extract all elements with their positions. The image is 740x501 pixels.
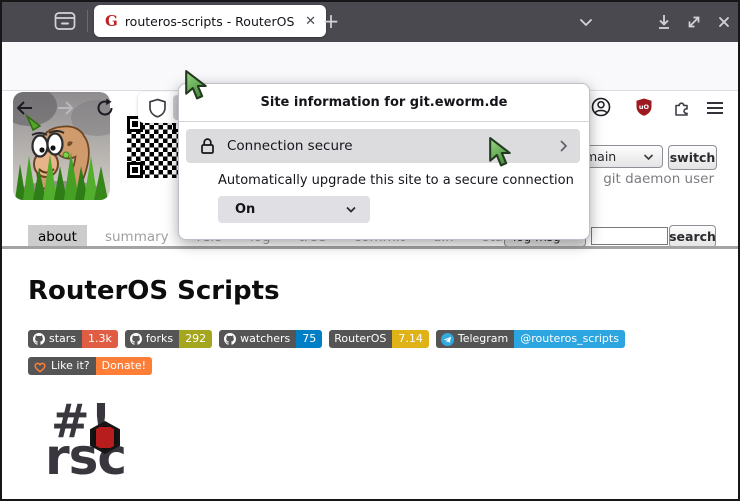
badge-label: Telegram <box>458 330 508 348</box>
connection-secure-label: Connection secure <box>227 129 353 163</box>
badge-value: 7.14 <box>392 330 429 348</box>
menu-hamburger-icon[interactable] <box>706 100 728 122</box>
search-input[interactable] <box>591 227 668 245</box>
svg-text:uO: uO <box>639 103 650 111</box>
https-upgrade-label: Automatically upgrade this site to a sec… <box>218 173 574 188</box>
search-button[interactable]: search <box>669 225 716 248</box>
chevron-down-icon <box>345 205 357 214</box>
tracking-protection-shield-icon[interactable] <box>148 98 167 118</box>
heart-icon <box>33 360 47 373</box>
https-upgrade-value: On <box>235 196 255 223</box>
browser-window: G routeros-scripts - RouterOS ✕ + <box>0 0 740 501</box>
forks-badge[interactable]: forks 292 <box>125 330 212 348</box>
chevron-down-icon <box>643 153 654 161</box>
maximize-icon[interactable] <box>684 12 704 32</box>
qr-finder <box>127 162 143 178</box>
badge-label: stars <box>49 330 76 348</box>
badge-value: 1.3k <box>82 330 118 348</box>
tab-separator <box>87 10 88 32</box>
repo-owner-label: git daemon user <box>603 171 714 187</box>
https-upgrade-select[interactable]: On <box>218 196 370 223</box>
badge-label: watchers <box>240 330 290 348</box>
badge-value: @routeros_scripts <box>514 330 625 348</box>
telegram-icon <box>441 333 454 346</box>
badge-label: forks <box>146 330 173 348</box>
new-tab-button[interactable]: + <box>318 8 344 34</box>
github-icon <box>224 333 236 345</box>
downloads-icon[interactable] <box>654 12 674 32</box>
badge-row-1: stars 1.3k forks 292 watchers 75 <box>28 330 625 348</box>
routeros-badge[interactable]: RouterOS 7.14 <box>329 330 429 348</box>
forward-button[interactable] <box>54 97 76 119</box>
stars-badge[interactable]: stars 1.3k <box>28 330 118 348</box>
watchers-badge[interactable]: watchers 75 <box>219 330 322 348</box>
switch-button[interactable]: switch <box>668 145 717 170</box>
page-title: RouterOS Scripts <box>28 276 280 306</box>
tab-title: routeros-scripts - RouterOS <box>125 14 303 29</box>
github-icon <box>33 333 45 345</box>
active-tab[interactable]: G routeros-scripts - RouterOS ✕ <box>94 5 326 37</box>
donate-badge[interactable]: Like it? Donate! <box>28 357 152 375</box>
rsc-logo: #! rsc <box>45 398 155 482</box>
site-information-popup: Site information for git.eworm.de Connec… <box>178 83 590 240</box>
badge-label: Like it? <box>51 357 90 375</box>
badge-value: Donate! <box>96 357 152 375</box>
badge-row-2: Like it? Donate! <box>28 357 152 375</box>
connection-secure-row[interactable]: Connection secure <box>186 129 580 163</box>
badge-value: 292 <box>179 330 212 348</box>
tab-close-icon[interactable]: ✕ <box>303 14 318 29</box>
github-icon <box>130 333 142 345</box>
mouse-cursor <box>487 136 514 169</box>
popup-title: Site information for git.eworm.de <box>179 95 589 110</box>
tab-divider <box>0 246 740 249</box>
cgit-favicon: G <box>105 12 118 30</box>
badge-label: RouterOS <box>334 330 386 348</box>
mouse-cursor <box>183 69 210 102</box>
reload-button[interactable] <box>94 97 116 119</box>
account-icon[interactable] <box>590 96 612 118</box>
back-button[interactable] <box>14 97 36 119</box>
close-window-icon[interactable] <box>714 12 734 32</box>
lock-icon <box>199 137 216 155</box>
tab-bar: G routeros-scripts - RouterOS ✕ + <box>0 0 740 42</box>
list-tabs-icon[interactable] <box>576 12 596 32</box>
ublock-origin-icon[interactable]: uO <box>634 97 656 119</box>
chevron-right-icon <box>559 139 568 153</box>
popup-divider <box>179 121 589 122</box>
firefox-view-icon[interactable] <box>54 11 76 31</box>
badge-value: 75 <box>296 330 322 348</box>
extensions-puzzle-icon[interactable] <box>672 98 694 120</box>
telegram-badge[interactable]: Telegram @routeros_scripts <box>436 330 625 348</box>
